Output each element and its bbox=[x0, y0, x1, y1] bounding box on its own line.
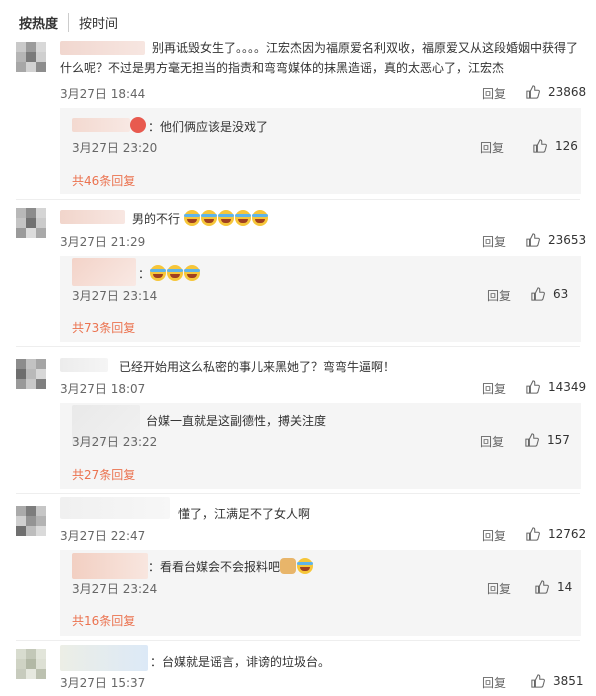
thumbs-up-icon bbox=[526, 85, 540, 99]
like-count: 12762 bbox=[548, 527, 587, 541]
reply-date: 3月27日 23:22 bbox=[72, 435, 158, 449]
reply-button[interactable]: 回复 bbox=[487, 580, 511, 597]
thumbs-up-icon bbox=[531, 674, 545, 688]
reply-username-blurred[interactable] bbox=[72, 258, 136, 286]
like-button[interactable]: 12762 bbox=[526, 527, 586, 541]
like-button[interactable]: 157 bbox=[525, 433, 570, 447]
username-blurred[interactable] bbox=[60, 497, 170, 519]
like-count: 126 bbox=[555, 139, 578, 153]
thumbs-up-icon bbox=[531, 287, 545, 301]
reply-button[interactable]: 回复 bbox=[482, 233, 506, 250]
reply-text-row: ：看看台媒会不会报料吧 bbox=[148, 558, 314, 575]
like-count: 14 bbox=[557, 580, 573, 594]
reply-username-blurred[interactable] bbox=[72, 553, 148, 579]
comment-text: ：台媒就是谣言，诽谤的垃圾台。 bbox=[150, 655, 331, 669]
reply-button[interactable]: 回复 bbox=[482, 380, 506, 397]
laugh-cry-emoji-icon bbox=[150, 265, 167, 281]
reply-username-blurred[interactable] bbox=[72, 118, 130, 132]
divider bbox=[16, 199, 580, 200]
thumbs-up-icon bbox=[525, 433, 539, 447]
divider bbox=[16, 640, 580, 641]
comment-text: 别再诋毁女生了。。。。江宏杰因为福原爱名利双收，福原爱又从这段婚姻中获得了什么呢… bbox=[60, 41, 579, 75]
like-button[interactable]: 14 bbox=[535, 580, 572, 594]
laugh-cry-emoji-icon bbox=[297, 558, 314, 574]
like-button[interactable]: 23868 bbox=[526, 85, 586, 99]
laugh-cry-emoji-icon bbox=[217, 210, 234, 226]
divider bbox=[16, 346, 580, 347]
thumbs-up-icon bbox=[526, 527, 540, 541]
laugh-cry-emoji-icon bbox=[167, 265, 184, 281]
like-count: 63 bbox=[553, 287, 569, 301]
comment-text: 男的不行 bbox=[132, 212, 181, 226]
like-button[interactable]: 23653 bbox=[526, 233, 586, 247]
comment-text-row: 男的不行 bbox=[132, 210, 269, 227]
view-more-replies-link[interactable]: 共73条回复 bbox=[72, 319, 135, 336]
laugh-cry-emoji-icon bbox=[200, 210, 217, 226]
reply-text-row: ： bbox=[138, 265, 201, 282]
reply-button[interactable]: 回复 bbox=[482, 527, 506, 544]
reply-text: ： bbox=[138, 267, 151, 281]
view-more-replies-link[interactable]: 共46条回复 bbox=[72, 172, 135, 189]
username-blurred[interactable] bbox=[60, 358, 108, 372]
divider bbox=[16, 493, 580, 494]
avatar[interactable] bbox=[16, 42, 46, 72]
comment-date: 3月27日 22:47 bbox=[60, 529, 146, 543]
thumbs-up-icon bbox=[526, 233, 540, 247]
reply-date: 3月27日 23:20 bbox=[72, 141, 158, 155]
username-blurred[interactable] bbox=[60, 210, 125, 224]
crown-emoji-icon bbox=[130, 117, 146, 133]
username-blurred[interactable] bbox=[60, 645, 148, 671]
reply-button[interactable]: 回复 bbox=[482, 85, 506, 102]
like-count: 23868 bbox=[548, 85, 587, 99]
doge-emoji-icon bbox=[280, 558, 297, 574]
laugh-cry-emoji-icon bbox=[184, 265, 201, 281]
like-button[interactable]: 63 bbox=[531, 287, 568, 301]
laugh-cry-emoji-icon bbox=[234, 210, 251, 226]
like-count: 157 bbox=[547, 433, 570, 447]
reply-date: 3月27日 23:24 bbox=[72, 582, 158, 596]
avatar[interactable] bbox=[16, 359, 46, 389]
comment-date: 3月27日 21:29 bbox=[60, 235, 146, 249]
comment-date: 3月27日 18:44 bbox=[60, 87, 146, 101]
like-button[interactable]: 14349 bbox=[526, 380, 586, 394]
reply-button[interactable]: 回复 bbox=[480, 433, 504, 450]
like-count: 23653 bbox=[548, 233, 587, 247]
reply-text: ：看看台媒会不会报料吧 bbox=[148, 560, 281, 574]
comment-date: 3月27日 15:37 bbox=[60, 676, 146, 690]
reply-button[interactable]: 回复 bbox=[480, 139, 504, 156]
reply-text: 台媒一直就是这副德性，搏关注度 bbox=[146, 414, 327, 428]
thumbs-up-icon bbox=[535, 580, 549, 594]
like-button[interactable]: 126 bbox=[533, 139, 578, 153]
reply-button[interactable]: 回复 bbox=[482, 674, 506, 691]
comment-date: 3月27日 18:07 bbox=[60, 382, 146, 396]
tab-sort-time[interactable]: 按时间 bbox=[68, 13, 118, 32]
like-button[interactable]: 3851 bbox=[531, 674, 584, 688]
tab-sort-hot[interactable]: 按热度 bbox=[19, 13, 58, 32]
comment-text: 已经开始用这么私密的事儿来黑她了？弯弯牛逼啊！ bbox=[119, 360, 396, 374]
like-count: 3851 bbox=[553, 674, 584, 688]
like-count: 14349 bbox=[548, 380, 587, 394]
thumbs-up-icon bbox=[526, 380, 540, 394]
laugh-cry-emoji-icon bbox=[251, 210, 268, 226]
avatar[interactable] bbox=[16, 506, 46, 536]
view-more-replies-link[interactable]: 共27条回复 bbox=[72, 466, 135, 483]
avatar[interactable] bbox=[16, 208, 46, 238]
reply-date: 3月27日 23:14 bbox=[72, 289, 158, 303]
avatar[interactable] bbox=[16, 649, 46, 679]
thumbs-up-icon bbox=[533, 139, 547, 153]
reply-button[interactable]: 回复 bbox=[487, 287, 511, 304]
sort-tabs: 按热度 按时间 bbox=[19, 13, 118, 32]
comment-text: 懂了，江满足不了女人啊 bbox=[178, 507, 311, 521]
laugh-cry-emoji-icon bbox=[183, 210, 200, 226]
view-more-replies-link[interactable]: 共16条回复 bbox=[72, 612, 135, 629]
reply-text: ：他们俩应该是没戏了 bbox=[148, 120, 269, 134]
